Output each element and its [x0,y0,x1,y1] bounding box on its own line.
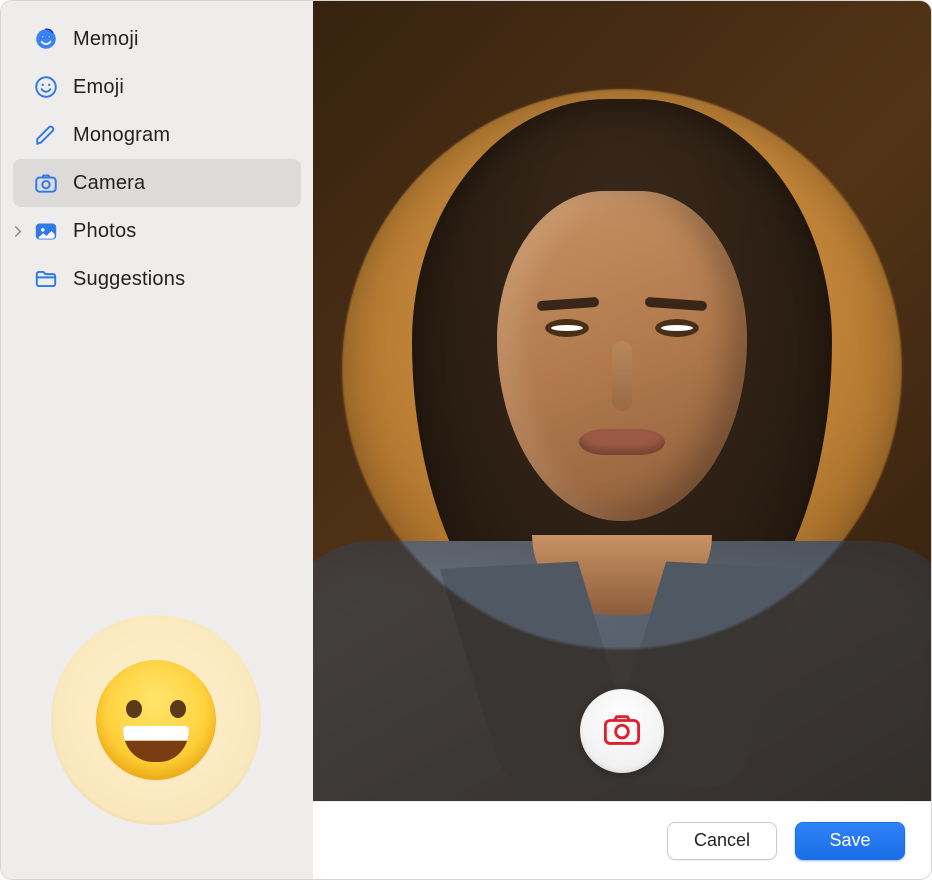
sidebar-item-label: Monogram [73,124,170,147]
grinning-face-icon [96,660,216,780]
camera-viewport [313,1,931,801]
sidebar-item-label: Emoji [73,76,124,99]
sidebar-item-camera[interactable]: Camera [13,159,301,207]
sidebar-item-label: Memoji [73,28,139,51]
profile-picture-picker-window: Memoji Emoji [0,0,932,880]
camera-icon [31,168,61,198]
pencil-icon [31,120,61,150]
cancel-button[interactable]: Cancel [667,822,777,860]
sidebar-item-emoji[interactable]: Emoji [13,63,301,111]
photos-icon [31,216,61,246]
sidebar-item-label: Suggestions [73,268,185,291]
dialog-footer: Cancel Save [313,801,931,879]
sidebar-item-label: Photos [73,220,136,243]
sidebar-item-monogram[interactable]: Monogram [13,111,301,159]
sidebar-item-label: Camera [73,172,145,195]
source-sidebar: Memoji Emoji [1,1,313,879]
camera-shutter-icon [603,714,641,749]
sidebar-item-photos[interactable]: Photos [13,207,301,255]
capture-photo-button[interactable] [580,689,664,773]
save-button[interactable]: Save [795,822,905,860]
sidebar-item-memoji[interactable]: Memoji [13,15,301,63]
main-panel: Cancel Save [313,1,931,879]
emoji-smile-icon [31,72,61,102]
current-avatar-preview [51,615,261,825]
source-list: Memoji Emoji [1,15,313,303]
folder-icon [31,264,61,294]
memoji-face-icon [31,24,61,54]
chevron-right-icon[interactable] [9,226,27,237]
sidebar-item-suggestions[interactable]: Suggestions [13,255,301,303]
